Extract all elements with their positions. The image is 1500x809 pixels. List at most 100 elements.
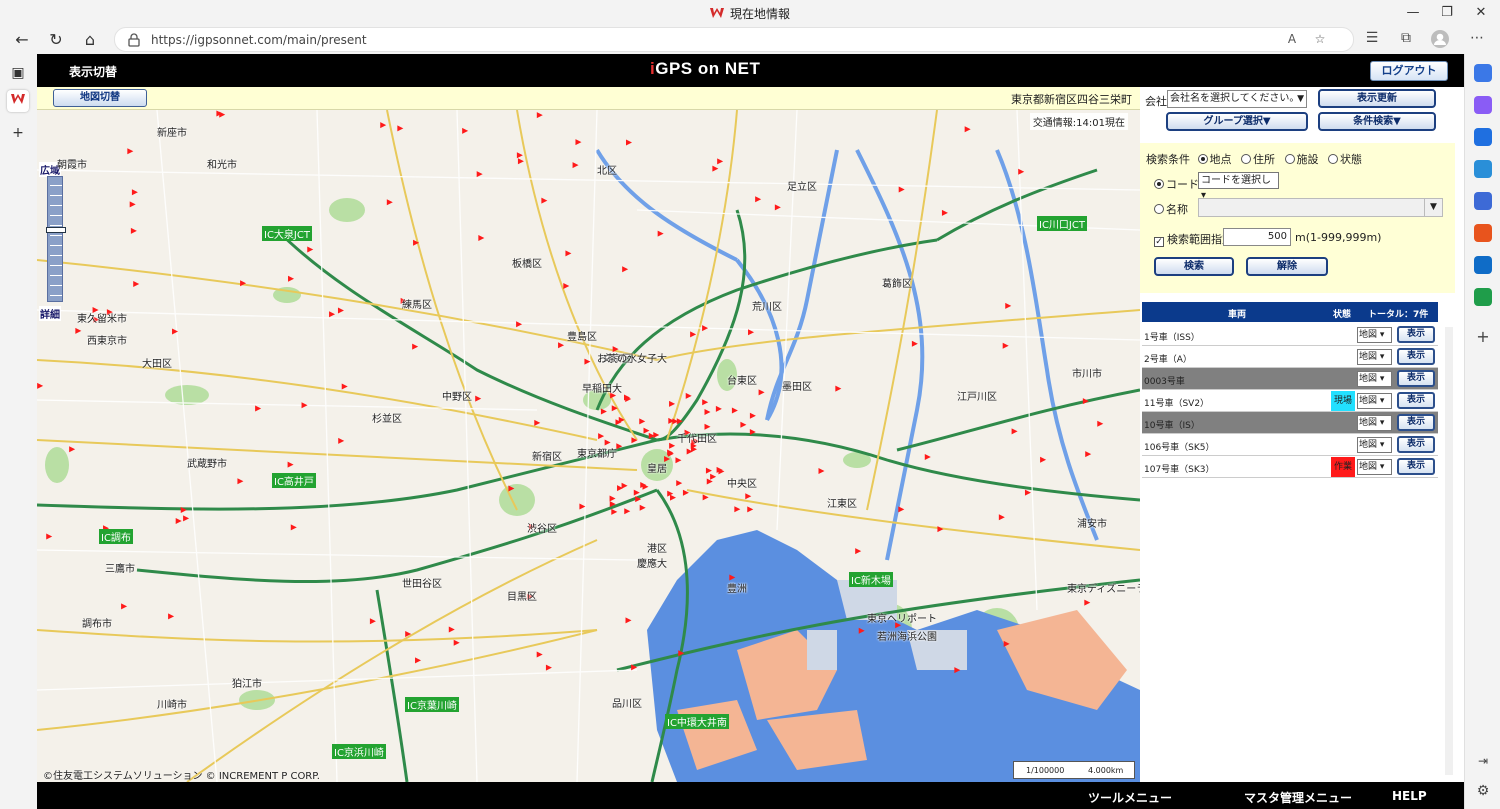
vehicle-show-button[interactable]: 表示 [1397,414,1435,431]
copilot-icon[interactable] [1474,96,1492,114]
radio-status[interactable]: 状態 [1328,153,1362,166]
minimize-button[interactable]: — [1396,0,1430,26]
read-aloud-icon[interactable]: A [1283,32,1301,48]
range-input[interactable]: 500 [1223,228,1291,246]
browser-title-bar: 現在地情報 — ❐ ✕ [0,0,1500,26]
refresh-icon[interactable]: ↻ [42,28,70,52]
map-place-label: 慶應大 [637,559,667,570]
map-place-label: 葛飾区 [882,279,912,290]
vehicle-map-select[interactable]: 地図 ▾ [1357,393,1392,409]
vehicle-map-select[interactable]: 地図 ▾ [1357,415,1392,431]
url-field[interactable]: https://igpsonnet.com/main/present A ☆ [114,27,1354,52]
code-select[interactable]: コードを選択し ▾ [1198,172,1279,201]
vehicle-show-button[interactable]: 表示 [1397,348,1435,365]
range-checkbox[interactable]: ✓ 検索範囲指定 [1154,231,1233,247]
vehicle-show-button[interactable]: 表示 [1397,370,1435,387]
vehicle-map-select[interactable]: 地図 ▾ [1357,437,1392,453]
map-place-label: お茶の水女子大 [597,354,667,365]
code-label: コード [1166,178,1199,191]
search-button[interactable]: 検索 [1154,257,1234,276]
map-place-label: 台東区 [727,376,757,387]
vehicle-name: 107号車（SK3） [1144,465,1215,475]
shopping-icon[interactable] [1474,128,1492,146]
radio-address[interactable]: 住所 [1241,153,1275,166]
map-place-label: 杉並区 [372,414,402,425]
add-sidebar-icon[interactable]: + [1474,328,1492,346]
name-select[interactable]: ▼ [1198,198,1443,217]
vehicle-row[interactable]: 1号車（ISS） 地図 ▾ 表示 [1142,324,1438,346]
clear-button[interactable]: 解除 [1246,257,1328,276]
vehicle-row[interactable]: 2号車（A） 地図 ▾ 表示 [1142,346,1438,368]
zoom-slider[interactable]: 広域 詳細 [39,162,66,322]
tab-igps-icon[interactable] [7,90,29,112]
maximize-button[interactable]: ❐ [1430,0,1464,26]
outlook-icon[interactable] [1474,256,1492,274]
profile-avatar[interactable] [1429,30,1451,50]
panel-scrollbar[interactable] [1445,327,1453,775]
tools-menu-link[interactable]: ツールメニュー [1088,789,1172,806]
map-ic-label: IC京葉川崎 [405,697,459,712]
vehicle-map-select[interactable]: 地図 ▾ [1357,459,1392,475]
group-select-button[interactable]: グループ選択▼ [1166,112,1308,131]
refresh-display-button[interactable]: 表示更新 [1318,89,1436,108]
map-place-label: 江東区 [827,499,857,510]
company-select[interactable]: 会社名を選択してください。 ▼ [1167,90,1307,108]
radio-point[interactable]: 地点 [1197,153,1232,166]
vehicle-show-button[interactable]: 表示 [1397,392,1435,409]
condition-search-button[interactable]: 条件検索▼ [1318,112,1436,131]
settings-gear-icon[interactable]: ⚙ [1474,782,1492,800]
vehicle-show-button[interactable]: 表示 [1397,436,1435,453]
close-button[interactable]: ✕ [1464,0,1498,26]
sidebar-hide-icon[interactable]: ⇥ [1474,752,1492,770]
vehicle-map-select[interactable]: 地図 ▾ [1357,349,1392,365]
vehicle-show-button[interactable]: 表示 [1397,458,1435,475]
vehicle-row[interactable]: 11号車（SV2） 現場 地図 ▾ 表示 [1142,390,1438,412]
back-icon[interactable]: ← [8,28,36,52]
tree-icon[interactable] [1474,288,1492,306]
vehicle-row[interactable]: 10号車（IS） 地図 ▾ 表示 [1142,412,1438,434]
zoom-thumb[interactable] [46,227,66,233]
logout-button[interactable]: ログアウト [1370,61,1448,81]
map-view[interactable]: 交通情報:14:01現在 広域 詳細 新座市 朝霞市 和光市 足立区 北区 板橋区 練馬区豊… [37,110,1140,782]
tools-icon[interactable] [1474,160,1492,178]
vehicle-map-select[interactable]: 地図 ▾ [1357,371,1392,387]
map-place-label: 東京ヘリポート [867,614,937,625]
zoom-track[interactable] [46,176,66,302]
code-radio[interactable]: コード [1154,176,1199,192]
map-place-label: 東京都庁 [577,449,617,460]
games-icon[interactable] [1474,192,1492,210]
tab-actions-icon[interactable]: ▣ [7,62,29,84]
col-total: トータル：7件 [1368,310,1429,320]
vehicle-show-button[interactable]: 表示 [1397,326,1435,343]
vehicle-status [1331,325,1355,345]
zoom-detail-label: 詳細 [39,306,61,321]
more-icon[interactable]: ⋯ [1466,30,1488,50]
home-icon[interactable]: ⌂ [76,28,104,52]
radio-facility[interactable]: 施設 [1284,153,1319,166]
favorite-add-icon[interactable]: ☆ [1311,32,1329,48]
map-place-label: 千代田区 [677,434,717,445]
office-icon[interactable] [1474,224,1492,242]
brand-text: GPS on NET [655,59,761,78]
vehicle-row[interactable]: 106号車（SK5） 地図 ▾ 表示 [1142,434,1438,456]
display-switch-link[interactable]: 表示切替 [69,63,117,80]
vehicle-map-select[interactable]: 地図 ▾ [1357,327,1392,343]
map-copyright: ©住友電工システムソリューション © INCREMENT P CORP. [43,771,320,782]
map-place-label: 板橋区 [512,259,542,270]
master-menu-link[interactable]: マスタ管理メニュー [1244,789,1352,806]
scale-ratio: 1/100000 [1026,766,1065,775]
search-icon[interactable] [1474,64,1492,82]
map-switch-button[interactable]: 地図切替 [53,89,147,107]
favorites-icon[interactable]: ☰ [1361,30,1383,50]
name-radio[interactable]: 名称 [1154,201,1188,217]
collections-icon[interactable]: ⧉ [1395,30,1417,50]
map-ic-label: IC調布 [99,529,133,544]
vehicle-row[interactable]: 0003号車 地図 ▾ 表示 [1142,368,1438,390]
map-place-label: 墨田区 [782,382,812,393]
vehicle-row[interactable]: 107号車（SK3） 作業 地図 ▾ 表示 [1142,456,1438,478]
new-tab-icon[interactable]: + [7,122,29,144]
map-ic-label: IC京浜川崎 [332,744,386,759]
panel-top-controls: 会社 会社名を選択してください。 ▼ 表示更新 グループ選択▼ 条件検索▼ [1140,87,1455,143]
chevron-down-icon: ▼ [1424,199,1442,216]
help-link[interactable]: HELP [1392,789,1427,803]
